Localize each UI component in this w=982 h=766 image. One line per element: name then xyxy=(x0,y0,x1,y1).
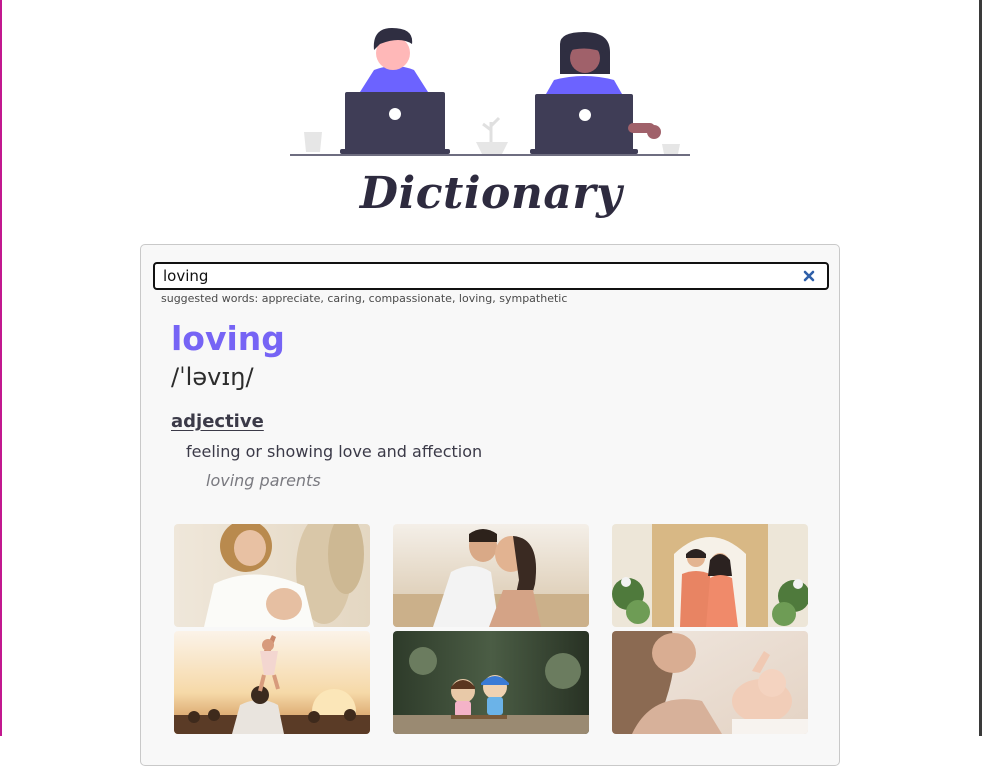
image-gallery xyxy=(174,524,808,734)
couple-kissing-photo[interactable] xyxy=(393,524,589,627)
toy-figurines-photo[interactable] xyxy=(393,631,589,734)
search-input[interactable] xyxy=(163,266,783,286)
close-icon[interactable] xyxy=(801,268,817,284)
search-field[interactable] xyxy=(153,262,829,290)
entry-phonetic: /ˈləvɪŋ/ xyxy=(171,363,254,391)
page-title: Dictionary xyxy=(359,168,623,219)
dictionary-card: suggested words: appreciate, caring, com… xyxy=(140,244,840,766)
entry-word: loving xyxy=(171,319,285,358)
hero-illustration xyxy=(288,22,692,160)
part-of-speech: adjective xyxy=(171,411,264,432)
definition-text: feeling or showing love and affection xyxy=(186,442,483,461)
window-frame-left xyxy=(0,0,2,736)
child-lifted-at-sunset-photo[interactable] xyxy=(174,631,370,734)
mother-with-baby-photo[interactable] xyxy=(612,631,808,734)
example-text: loving parents xyxy=(206,471,321,490)
suggested-words: suggested words: appreciate, caring, com… xyxy=(161,292,568,305)
woman-in-white-dress-photo[interactable] xyxy=(174,524,370,627)
wedding-couple-photo[interactable] xyxy=(612,524,808,627)
